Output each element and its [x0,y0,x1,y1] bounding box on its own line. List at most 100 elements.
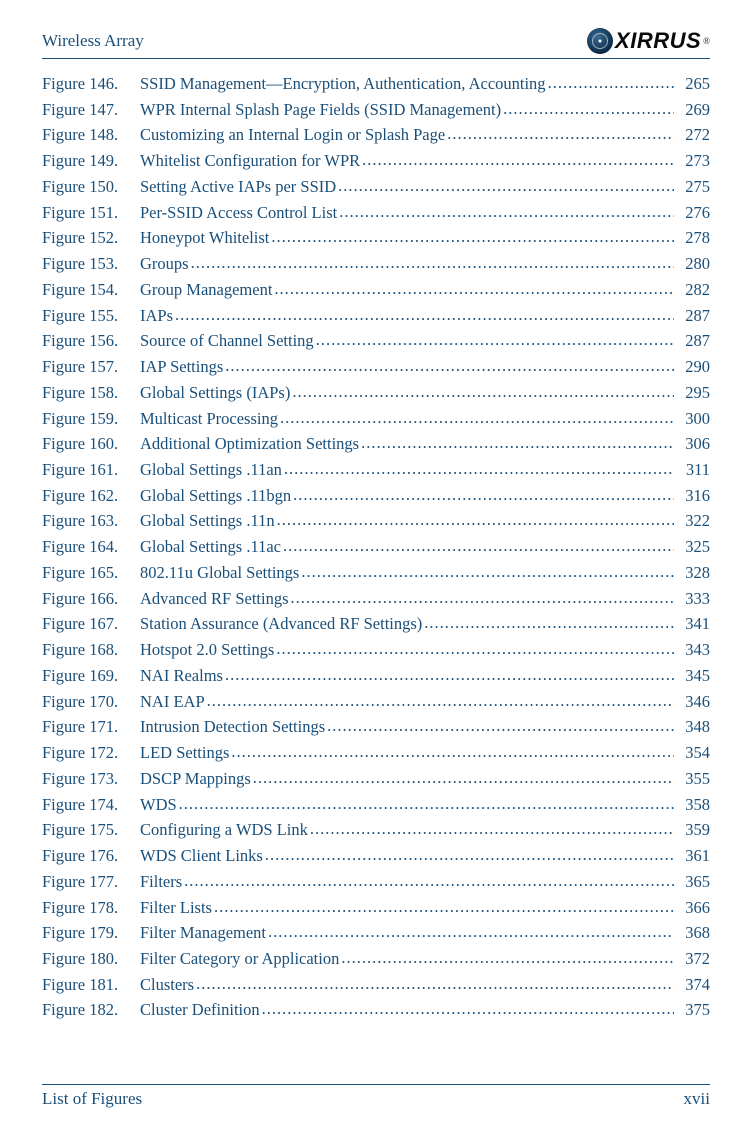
figure-entry[interactable]: Figure 175.Configuring a WDS Link 359 [42,817,710,843]
leader-dots [225,663,674,689]
figure-page: 354 [676,740,710,766]
figures-list: Figure 146.SSID Management—Encryption, A… [42,71,710,1023]
leader-dots [191,251,674,277]
figure-entry[interactable]: Figure 172.LED Settings 354 [42,740,710,766]
figure-number: Figure 161. [42,457,140,483]
figure-title: Advanced RF Settings [140,586,289,612]
leader-dots [283,534,674,560]
figure-entry[interactable]: Figure 159.Multicast Processing 300 [42,406,710,432]
figure-entry[interactable]: Figure 151.Per-SSID Access Control List … [42,200,710,226]
figure-entry[interactable]: Figure 182.Cluster Definition 375 [42,997,710,1023]
leader-dots [316,328,674,354]
figure-title: IAP Settings [140,354,223,380]
figure-entry[interactable]: Figure 147.WPR Internal Splash Page Fiel… [42,97,710,123]
figure-page: 316 [676,483,710,509]
figure-number: Figure 177. [42,869,140,895]
figure-entry[interactable]: Figure 162.Global Settings .11bgn 316 [42,483,710,509]
figure-title: SSID Management—Encryption, Authenticati… [140,71,546,97]
figure-number: Figure 179. [42,920,140,946]
figure-title: Group Management [140,277,272,303]
figure-entry[interactable]: Figure 152.Honeypot Whitelist 278 [42,225,710,251]
figure-entry[interactable]: Figure 150.Setting Active IAPs per SSID … [42,174,710,200]
figure-entry[interactable]: Figure 171.Intrusion Detection Settings … [42,714,710,740]
figure-entry[interactable]: Figure 157.IAP Settings 290 [42,354,710,380]
figure-title: Hotspot 2.0 Settings [140,637,274,663]
figure-entry[interactable]: Figure 160.Additional Optimization Setti… [42,431,710,457]
figure-number: Figure 172. [42,740,140,766]
figure-page: 365 [676,869,710,895]
figure-title: Multicast Processing [140,406,278,432]
figure-number: Figure 182. [42,997,140,1023]
figure-title: Global Settings .11an [140,457,282,483]
figure-entry[interactable]: Figure 181.Clusters 374 [42,972,710,998]
figure-page: 343 [676,637,710,663]
figure-entry[interactable]: Figure 154.Group Management 282 [42,277,710,303]
leader-dots [184,869,674,895]
leader-dots [196,972,674,998]
figure-entry[interactable]: Figure 165.802.11u Global Settings 328 [42,560,710,586]
figure-page: 346 [676,689,710,715]
figure-title: Customizing an Internal Login or Splash … [140,122,445,148]
figure-entry[interactable]: Figure 173.DSCP Mappings 355 [42,766,710,792]
figure-entry[interactable]: Figure 178.Filter Lists 366 [42,895,710,921]
brand-logo: XIRRUS® [587,28,710,54]
leader-dots [339,200,674,226]
figure-entry[interactable]: Figure 164.Global Settings .11ac 325 [42,534,710,560]
figure-number: Figure 148. [42,122,140,148]
figure-entry[interactable]: Figure 148.Customizing an Internal Login… [42,122,710,148]
leader-dots [214,895,674,921]
figure-entry[interactable]: Figure 167.Station Assurance (Advanced R… [42,611,710,637]
figure-number: Figure 150. [42,174,140,200]
figure-entry[interactable]: Figure 153.Groups 280 [42,251,710,277]
figure-number: Figure 180. [42,946,140,972]
figure-page: 348 [676,714,710,740]
figure-page: 366 [676,895,710,921]
figure-entry[interactable]: Figure 166.Advanced RF Settings 333 [42,586,710,612]
figure-page: 368 [676,920,710,946]
figure-entry[interactable]: Figure 163.Global Settings .11n 322 [42,508,710,534]
leader-dots [253,766,674,792]
figure-page: 282 [676,277,710,303]
figure-title: Clusters [140,972,194,998]
figure-number: Figure 151. [42,200,140,226]
leader-dots [361,431,674,457]
figure-entry[interactable]: Figure 155.IAPs 287 [42,303,710,329]
figure-title: NAI Realms [140,663,223,689]
figure-entry[interactable]: Figure 168.Hotspot 2.0 Settings 343 [42,637,710,663]
leader-dots [447,122,674,148]
figure-number: Figure 162. [42,483,140,509]
leader-dots [338,174,674,200]
figure-entry[interactable]: Figure 149.Whitelist Configuration for W… [42,148,710,174]
figure-title: Cluster Definition [140,997,260,1023]
figure-entry[interactable]: Figure 156.Source of Channel Setting 287 [42,328,710,354]
figure-title: NAI EAP [140,689,205,715]
leader-dots [277,508,674,534]
leader-dots [301,560,674,586]
footer-page-number: xvii [684,1089,710,1109]
figure-page: 269 [676,97,710,123]
figure-number: Figure 152. [42,225,140,251]
figure-page: 278 [676,225,710,251]
figure-number: Figure 174. [42,792,140,818]
figure-entry[interactable]: Figure 174.WDS 358 [42,792,710,818]
figure-entry[interactable]: Figure 161.Global Settings .11an 311 [42,457,710,483]
figure-entry[interactable]: Figure 146.SSID Management—Encryption, A… [42,71,710,97]
footer-section: List of Figures [42,1089,142,1109]
leader-dots [292,380,674,406]
figure-number: Figure 159. [42,406,140,432]
figure-page: 300 [676,406,710,432]
figure-entry[interactable]: Figure 180.Filter Category or Applicatio… [42,946,710,972]
figure-entry[interactable]: Figure 170.NAI EAP 346 [42,689,710,715]
figure-number: Figure 167. [42,611,140,637]
figure-entry[interactable]: Figure 177.Filters 365 [42,869,710,895]
logo-text: XIRRUS [615,28,701,54]
figure-title: Filter Category or Application [140,946,339,972]
leader-dots [280,406,674,432]
figure-entry[interactable]: Figure 158.Global Settings (IAPs) 295 [42,380,710,406]
figure-entry[interactable]: Figure 179.Filter Management 368 [42,920,710,946]
figure-entry[interactable]: Figure 176.WDS Client Links 361 [42,843,710,869]
figure-title: 802.11u Global Settings [140,560,299,586]
leader-dots [293,483,674,509]
figure-entry[interactable]: Figure 169.NAI Realms 345 [42,663,710,689]
figure-number: Figure 163. [42,508,140,534]
